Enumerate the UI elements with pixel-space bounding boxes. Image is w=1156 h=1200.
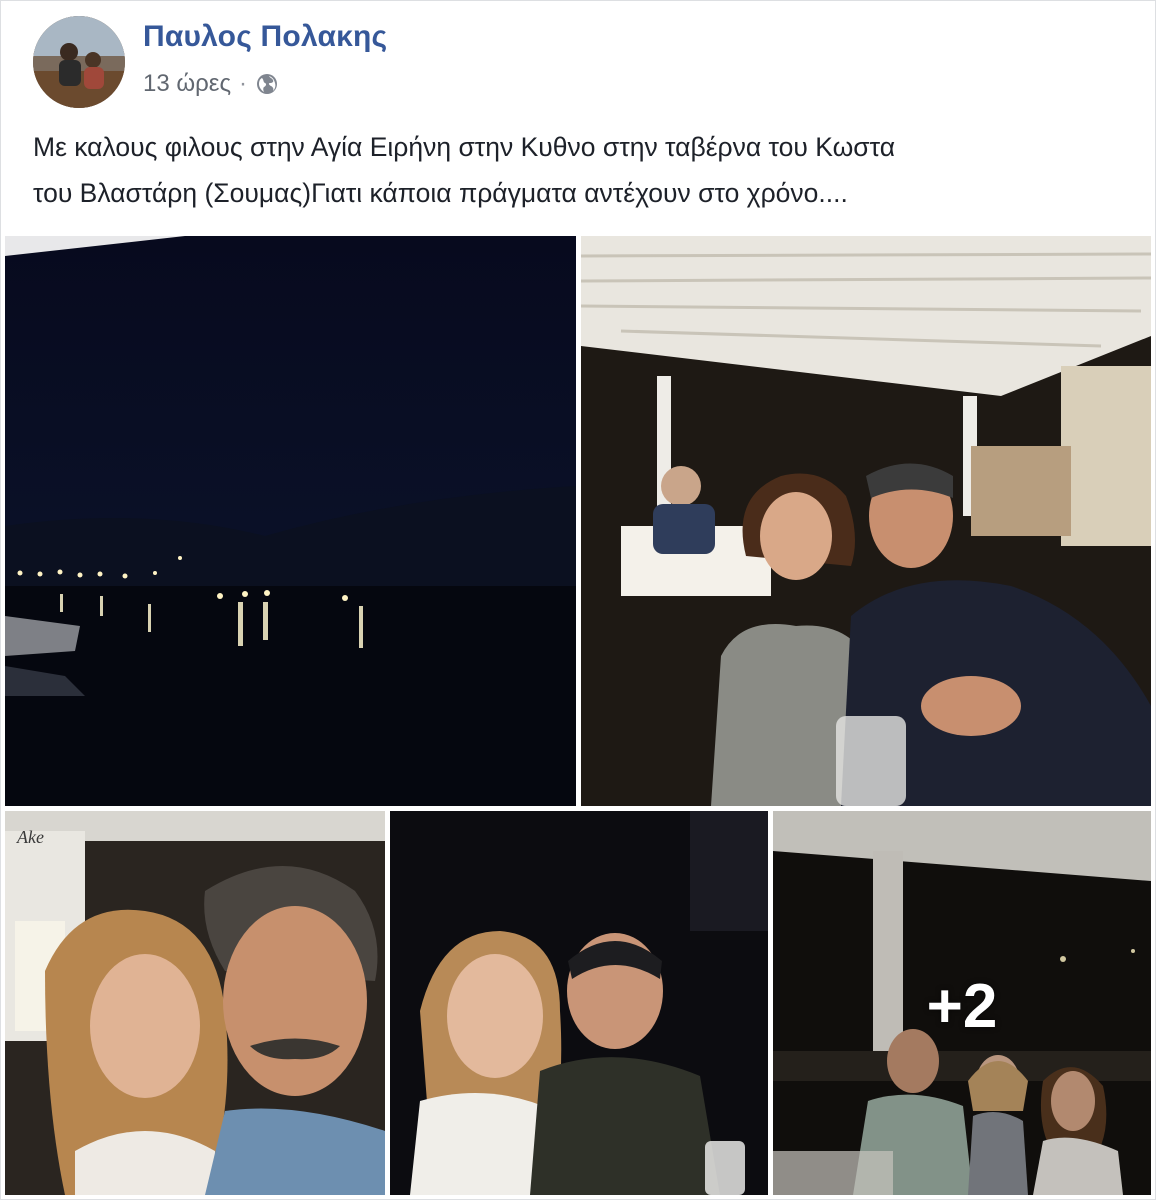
post-timestamp[interactable]: 13 ώρες — [143, 70, 231, 98]
post-meta: 13 ώρες · — [143, 70, 279, 98]
author-name[interactable]: Παυλος Πολακης — [143, 20, 387, 54]
photo-group-more[interactable]: +2 — [773, 811, 1151, 1195]
photo-taverna-couple[interactable] — [581, 236, 1151, 806]
photo-selfie-couple[interactable]: Ake — [5, 811, 385, 1195]
post-caption: Με καλους φιλους στην Αγία Ειρήνη στην Κ… — [33, 132, 896, 208]
avatar-image — [33, 16, 125, 108]
svg-text:Ake: Ake — [16, 827, 44, 847]
photo-night-selfie[interactable] — [390, 811, 768, 1195]
photo-night-harbor[interactable] — [5, 236, 576, 806]
more-photos-count[interactable]: +2 — [773, 971, 1151, 1042]
author-avatar[interactable] — [33, 16, 125, 108]
globe-icon[interactable] — [255, 72, 279, 96]
facebook-post: Παυλος Πολακης 13 ώρες · Με καλους φιλου… — [0, 0, 1156, 1200]
meta-separator: · — [239, 70, 248, 97]
